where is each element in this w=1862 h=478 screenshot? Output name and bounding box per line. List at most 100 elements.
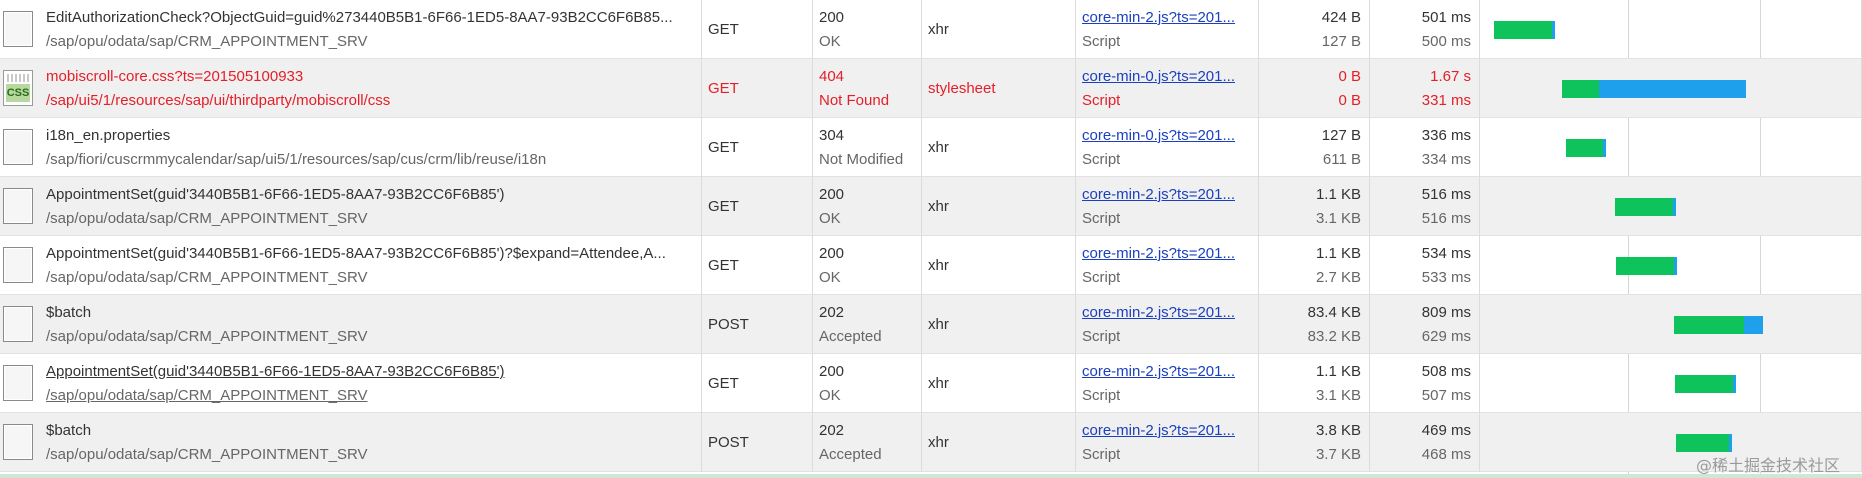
name-cell[interactable]: AppointmentSet(guid'3440B5B1-6F66-1ED5-8… [0, 236, 702, 295]
status-code: 404 [819, 68, 845, 85]
initiator-link[interactable]: core-min-2.js?ts=201... [1082, 9, 1252, 27]
table-row[interactable]: EditAuthorizationCheck?ObjectGuid=guid%2… [0, 0, 1862, 59]
request-method: GET [708, 21, 739, 38]
table-row[interactable]: i18n_en.properties /sap/fiori/cuscrmmyca… [0, 118, 1862, 177]
generic-file-icon [3, 424, 33, 460]
request-name[interactable]: $batch [46, 422, 696, 440]
request-name[interactable]: EditAuthorizationCheck?ObjectGuid=guid%2… [46, 9, 696, 27]
size-received: 1.1 KB [1315, 363, 1361, 380]
status-text: OK [819, 269, 841, 286]
waterfall-cell [1480, 354, 1862, 413]
name-cell[interactable]: AppointmentSet(guid'3440B5B1-6F66-1ED5-8… [0, 354, 702, 413]
status-code: 200 [819, 245, 845, 262]
initiator-cell: core-min-2.js?ts=201... Script [1076, 413, 1259, 472]
generic-file-icon [3, 306, 33, 342]
initiator-cell: core-min-2.js?ts=201... Script [1076, 177, 1259, 236]
request-path: /sap/opu/odata/sap/CRM_APPOINTMENT_SRV [46, 328, 368, 345]
table-row[interactable]: $batch /sap/opu/odata/sap/CRM_APPOINTMEN… [0, 413, 1862, 472]
table-row[interactable]: $batch /sap/opu/odata/sap/CRM_APPOINTMEN… [0, 295, 1862, 354]
name-cell[interactable]: i18n_en.properties /sap/fiori/cuscrmmyca… [0, 118, 702, 177]
status-text: Not Modified [819, 151, 904, 168]
request-name[interactable]: AppointmentSet(guid'3440B5B1-6F66-1ED5-8… [46, 186, 696, 204]
waterfall-receive-segment [1603, 139, 1606, 157]
initiator-link[interactable]: core-min-2.js?ts=201... [1082, 186, 1252, 204]
request-path: /sap/opu/odata/sap/CRM_APPOINTMENT_SRV [46, 446, 368, 463]
waterfall-bar [1494, 21, 1555, 39]
table-row[interactable]: AppointmentSet(guid'3440B5B1-6F66-1ED5-8… [0, 354, 1862, 413]
request-method: POST [708, 316, 749, 333]
time-total: 809 ms [1421, 304, 1471, 321]
generic-file-icon [3, 129, 33, 165]
request-name[interactable]: mobiscroll-core.css?ts=201505100933 [46, 68, 696, 86]
table-row[interactable]: AppointmentSet(guid'3440B5B1-6F66-1ED5-8… [0, 236, 1862, 295]
waterfall-bar [1562, 80, 1746, 98]
initiator-link[interactable]: core-min-2.js?ts=201... [1082, 422, 1252, 440]
status-cell: 304 Not Modified [813, 118, 922, 177]
generic-file-icon [3, 11, 33, 47]
waterfall-receive-segment [1733, 375, 1736, 393]
waterfall-wait-segment [1675, 375, 1733, 393]
size-received: 83.4 KB [1307, 304, 1361, 321]
name-cell[interactable]: $batch /sap/opu/odata/sap/CRM_APPOINTMEN… [0, 413, 702, 472]
status-code: 200 [819, 9, 845, 26]
time-cell: 501 ms 500 ms [1370, 0, 1480, 59]
initiator-link[interactable]: core-min-2.js?ts=201... [1082, 363, 1252, 381]
method-cell: GET [702, 236, 813, 295]
time-latency: 629 ms [1421, 328, 1471, 345]
request-method: GET [708, 198, 739, 215]
request-method: GET [708, 80, 739, 97]
size-content: 2.7 KB [1315, 269, 1361, 286]
time-total: 534 ms [1421, 245, 1471, 262]
request-name[interactable]: AppointmentSet(guid'3440B5B1-6F66-1ED5-8… [46, 363, 696, 381]
table-row[interactable]: CSS mobiscroll-core.css?ts=201505100933 … [0, 59, 1862, 118]
request-name[interactable]: $batch [46, 304, 696, 322]
name-cell[interactable]: $batch /sap/opu/odata/sap/CRM_APPOINTMEN… [0, 295, 702, 354]
status-text: Not Found [819, 92, 890, 109]
request-type: xhr [928, 198, 949, 215]
name-cell[interactable]: AppointmentSet(guid'3440B5B1-6F66-1ED5-8… [0, 177, 702, 236]
network-request-table: EditAuthorizationCheck?ObjectGuid=guid%2… [0, 0, 1862, 475]
css-badge: CSS [6, 84, 30, 102]
time-latency: 533 ms [1421, 269, 1471, 286]
name-cell[interactable]: EditAuthorizationCheck?ObjectGuid=guid%2… [0, 0, 702, 59]
initiator-link[interactable]: core-min-0.js?ts=201... [1082, 68, 1252, 86]
waterfall-bar [1616, 257, 1677, 275]
request-name[interactable]: AppointmentSet(guid'3440B5B1-6F66-1ED5-8… [46, 245, 696, 263]
status-text: OK [819, 33, 841, 50]
time-total: 516 ms [1421, 186, 1471, 203]
request-type: xhr [928, 257, 949, 274]
name-cell[interactable]: CSS mobiscroll-core.css?ts=201505100933 … [0, 59, 702, 118]
status-code: 202 [819, 422, 845, 439]
request-path: /sap/ui5/1/resources/sap/ui/thirdparty/m… [46, 92, 391, 109]
size-cell: 1.1 KB 3.1 KB [1259, 177, 1370, 236]
waterfall-bar [1676, 434, 1732, 452]
time-cell: 508 ms 507 ms [1370, 354, 1480, 413]
initiator-link[interactable]: core-min-2.js?ts=201... [1082, 304, 1252, 322]
request-name[interactable]: i18n_en.properties [46, 127, 696, 145]
time-latency: 500 ms [1421, 33, 1471, 50]
size-content: 3.1 KB [1315, 387, 1361, 404]
request-path: /sap/opu/odata/sap/CRM_APPOINTMENT_SRV [46, 33, 368, 50]
initiator-type: Script [1082, 387, 1121, 404]
request-path: /sap/opu/odata/sap/CRM_APPOINTMENT_SRV [46, 210, 368, 227]
waterfall-bar [1566, 139, 1606, 157]
size-cell: 127 B 611 B [1259, 118, 1370, 177]
initiator-link[interactable]: core-min-0.js?ts=201... [1082, 127, 1252, 145]
request-method: GET [708, 139, 739, 156]
size-cell: 1.1 KB 3.1 KB [1259, 354, 1370, 413]
time-cell: 809 ms 629 ms [1370, 295, 1480, 354]
request-type: xhr [928, 139, 949, 156]
status-text: OK [819, 387, 841, 404]
waterfall-wait-segment [1676, 434, 1729, 452]
size-cell: 0 B 0 B [1259, 59, 1370, 118]
waterfall-wait-segment [1566, 139, 1603, 157]
waterfall-wait-segment [1616, 257, 1674, 275]
request-type: stylesheet [928, 80, 996, 97]
initiator-link[interactable]: core-min-2.js?ts=201... [1082, 245, 1252, 263]
table-row[interactable]: AppointmentSet(guid'3440B5B1-6F66-1ED5-8… [0, 177, 1862, 236]
waterfall-cell [1480, 295, 1862, 354]
generic-file-icon [3, 247, 33, 283]
size-cell: 1.1 KB 2.7 KB [1259, 236, 1370, 295]
waterfall-receive-segment [1552, 21, 1555, 39]
type-cell: xhr [922, 177, 1076, 236]
